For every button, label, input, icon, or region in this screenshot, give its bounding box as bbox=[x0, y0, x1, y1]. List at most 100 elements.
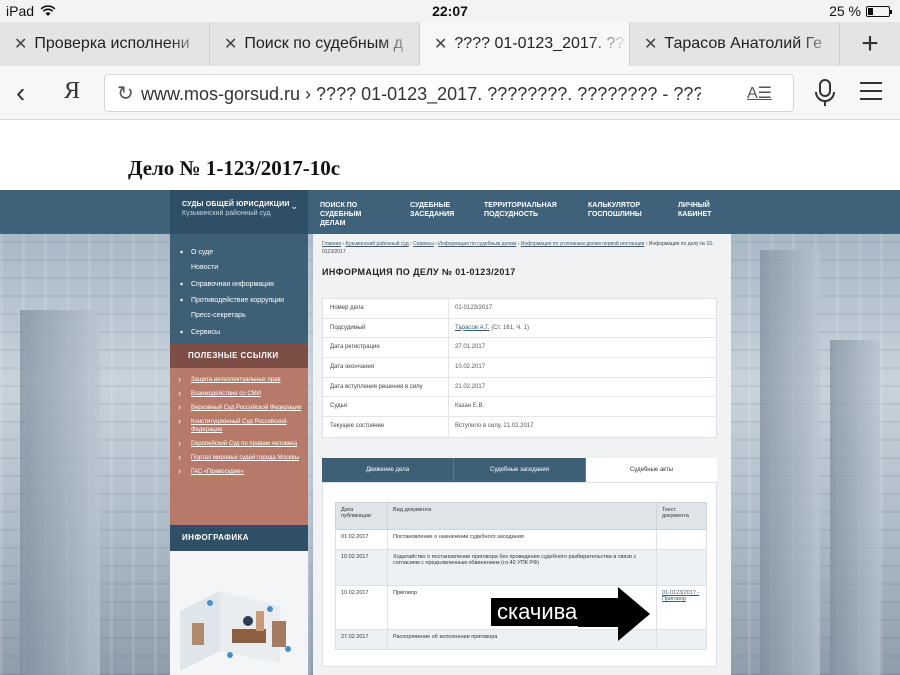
reload-icon[interactable]: ↻ bbox=[117, 81, 134, 106]
side-menu-item[interactable]: ◆ Противодействие коррупции bbox=[170, 292, 308, 308]
side-menu-label: Противодействие коррупции bbox=[191, 296, 285, 304]
tab-hearings[interactable]: Судебные заседания bbox=[454, 458, 586, 482]
cell-text: 01.02.2017 bbox=[341, 534, 369, 540]
browser-tab[interactable]: ✕ Проверка исполнени bbox=[0, 22, 210, 66]
browser-tab[interactable]: ✕ Поиск по судебным д bbox=[210, 22, 420, 66]
chevron-right-icon: ◆ bbox=[180, 329, 184, 334]
close-tab-icon[interactable]: ✕ bbox=[14, 34, 27, 54]
info-value: 10.02.2017 bbox=[455, 364, 486, 371]
url-text[interactable]: www.mos-gorsud.ru › ???? 01-0123_2017. ?… bbox=[141, 84, 701, 105]
battery-icon bbox=[866, 5, 892, 17]
chevron-right-icon: ◆ bbox=[180, 297, 184, 302]
tab-label: Проверка исполнени bbox=[34, 35, 190, 52]
info-value-cell: Казан Е.В. bbox=[449, 397, 716, 416]
nav-jurisdiction[interactable]: Территориальная подсудность bbox=[484, 201, 562, 219]
side-menu-item[interactable]: Пресс-секретарь bbox=[170, 308, 308, 324]
info-row: Подсудимый Тарасов А.Г. (Ст. 161, Ч. 1) bbox=[323, 318, 716, 339]
side-menu-item[interactable]: Новости bbox=[170, 260, 308, 276]
useful-link[interactable]: Взаимодействие со СМИ bbox=[170, 389, 308, 398]
useful-link[interactable]: ГАС «Правосудие» bbox=[170, 467, 308, 476]
info-label: Дата вступления решения в силу bbox=[323, 377, 449, 397]
column-header: Дата публикации bbox=[335, 502, 388, 530]
useful-link[interactable]: Портал мировых судей города Москвы bbox=[170, 453, 308, 462]
useful-link[interactable]: Конституционный Суд Российской Федерации bbox=[170, 417, 308, 434]
back-icon[interactable]: ‹ bbox=[16, 77, 25, 109]
useful-link[interactable]: Европейский Суд по правам человека bbox=[170, 439, 308, 448]
cell-text: 10.02.2017 bbox=[341, 554, 369, 560]
side-menu-item[interactable]: ◆ Сервисы bbox=[170, 324, 308, 340]
reader-mode-icon[interactable]: A☰ bbox=[747, 83, 772, 103]
arrow-right-icon bbox=[578, 587, 650, 641]
useful-link[interactable]: Защита интеллектуальных прав bbox=[170, 375, 308, 384]
side-menu: ◆ О суде Новости ◆ Справочная информация ◆ Про… bbox=[170, 234, 308, 344]
column-header: Текст документа bbox=[656, 502, 707, 530]
microphone-icon[interactable] bbox=[812, 78, 838, 108]
browser-tab-active[interactable]: ✕ ???? 01-0123_2017. ?? bbox=[420, 22, 630, 66]
info-value-cell: Тарасов А.Г. (Ст. 161, Ч. 1) bbox=[449, 319, 716, 338]
background-tower bbox=[830, 340, 880, 675]
info-value-cell: 27.01.2017 bbox=[449, 338, 716, 357]
sidebar: ◆ О суде Новости ◆ Справочная информация ◆ Про… bbox=[170, 234, 308, 675]
infographics-heading: ИНФОГРАФИКА bbox=[170, 525, 308, 551]
info-row: Текущее состояние Вступило в силу, 21.02.… bbox=[323, 417, 716, 437]
side-menu-item[interactable]: ◆ Справочная информация bbox=[170, 276, 308, 292]
breadcrumb-item[interactable]: Информация по судебным делам bbox=[438, 241, 516, 247]
side-menu-label: Новости bbox=[191, 264, 219, 271]
address-bar[interactable]: ↻ www.mos-gorsud.ru › ???? 01-0123_2017.… bbox=[104, 74, 794, 112]
close-tab-icon[interactable]: ✕ bbox=[644, 34, 657, 54]
useful-links: Защита интеллектуальных прав Взаимодейств… bbox=[170, 368, 308, 525]
breadcrumb-item[interactable]: Сервисы bbox=[413, 241, 434, 247]
document-download-link[interactable]: 01-0123/2017 - Приговор bbox=[662, 590, 699, 602]
table-row: 01.02.2017 Постановление о назначении суд… bbox=[335, 529, 707, 550]
breadcrumb-item[interactable]: Главная bbox=[322, 241, 341, 247]
info-value-cell: 10.02.2017 bbox=[449, 358, 716, 377]
menu-icon[interactable] bbox=[860, 82, 882, 100]
background-tower bbox=[760, 250, 820, 675]
background-tower bbox=[20, 310, 100, 675]
info-value-cell: 01-0123/2017 bbox=[449, 299, 716, 318]
infographics-image[interactable] bbox=[170, 551, 308, 675]
breadcrumb-item[interactable]: Информация по уголовным делам первой инс… bbox=[521, 241, 645, 247]
info-value-cell: 21.02.2017 bbox=[449, 378, 716, 397]
nav-case-search[interactable]: Поиск по судебным делам bbox=[320, 201, 382, 228]
useful-links-heading: ПОЛЕЗНЫЕ ССЫЛКИ bbox=[170, 344, 308, 368]
table-cell: 01.02.2017 bbox=[335, 529, 388, 550]
close-tab-icon[interactable]: ✕ bbox=[224, 34, 237, 54]
useful-link[interactable]: Верховный Суд Российской Федерации bbox=[170, 403, 308, 412]
status-right: 25 % bbox=[829, 3, 892, 19]
info-value-cell: Вступило в силу, 21.02.2017 bbox=[449, 417, 716, 437]
info-label: Номер дела bbox=[323, 299, 449, 318]
nav-fee-calculator[interactable]: Калькулятор госпошлины bbox=[588, 201, 658, 219]
tab-case-movement[interactable]: Движение дела bbox=[322, 458, 454, 482]
info-label: Подсудимый bbox=[323, 318, 449, 338]
tab-judicial-acts[interactable]: Судебные акты bbox=[586, 458, 717, 482]
close-tab-icon[interactable]: ✕ bbox=[434, 34, 447, 54]
table-cell: 10.02.2017 bbox=[335, 549, 388, 586]
chevron-right-icon: ◆ bbox=[180, 281, 184, 286]
tab-label: Поиск по судебным д bbox=[244, 35, 403, 52]
side-menu-item[interactable]: ◆ О суде bbox=[170, 244, 308, 260]
table-header-row: Дата публикации Вид документа Текст доку… bbox=[335, 502, 707, 530]
site-top-nav: СУДЫ ОБЩЕЙ ЮРИСДИКЦИИ Кузьминский районн… bbox=[0, 190, 900, 234]
table-cell: Постановление о назначении судебного зас… bbox=[387, 529, 657, 550]
new-tab-button[interactable]: + bbox=[840, 22, 900, 66]
clock: 22:07 bbox=[432, 3, 468, 19]
info-label: Дата окончания bbox=[323, 358, 449, 377]
browser-tab[interactable]: ✕ Тарасов Анатолий Ге bbox=[630, 22, 840, 66]
yandex-logo[interactable]: Я bbox=[64, 78, 80, 105]
cell-text: 10.02.2017 bbox=[341, 590, 369, 596]
defendant-link[interactable]: Тарасов А.Г. bbox=[455, 325, 490, 331]
nav-personal-account[interactable]: Личный кабинет bbox=[678, 201, 720, 219]
breadcrumb: Главная › Кузьминский районный суд › Сер… bbox=[322, 240, 722, 256]
battery-level bbox=[868, 7, 873, 15]
side-menu-label: Сервисы bbox=[191, 328, 221, 336]
side-menu-label: Справочная информация bbox=[191, 280, 274, 288]
info-value: Казан Е.В. bbox=[455, 403, 485, 410]
table-row: 10.02.2017 Ходатайство о постановлении пр… bbox=[335, 549, 707, 586]
info-label: Дата регистрации bbox=[323, 338, 449, 358]
cell-text: Приговор bbox=[393, 590, 418, 596]
breadcrumb-item[interactable]: Кузьминский районный суд bbox=[345, 241, 408, 247]
court-selector[interactable]: СУДЫ ОБЩЕЙ ЮРИСДИКЦИИ Кузьминский районн… bbox=[170, 190, 308, 234]
nav-hearings[interactable]: Судебные заседания bbox=[410, 201, 460, 219]
info-value: 01-0123/2017 bbox=[455, 305, 493, 311]
